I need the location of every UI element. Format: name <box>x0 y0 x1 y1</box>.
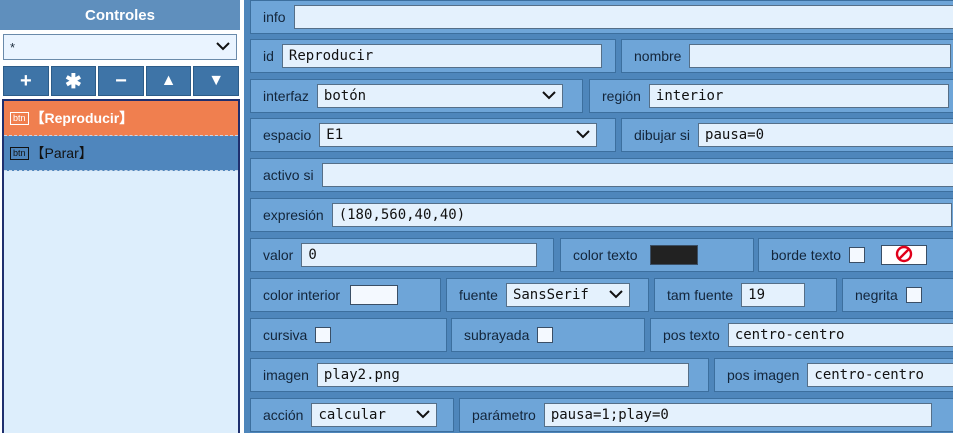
activo-si-label: activo si <box>263 167 314 183</box>
nombre-input[interactable] <box>689 44 952 68</box>
accion-cell: acción calcular <box>250 398 454 432</box>
accion-label: acción <box>263 407 304 423</box>
parametro-label: parámetro <box>472 407 536 423</box>
fuente-label: fuente <box>459 287 498 303</box>
activo-si-row: activo si <box>250 158 953 192</box>
expresion-row: expresión (180,560,40,40) <box>250 198 953 232</box>
expresion-input[interactable]: (180,560,40,40) <box>331 203 952 227</box>
color-interior-label: color interior <box>263 287 341 303</box>
remove-button[interactable]: − <box>98 66 144 96</box>
list-item-label: 【Parar】 <box>30 145 93 161</box>
pos-texto-cell: pos texto centro-centro <box>650 318 953 352</box>
fuente-select[interactable]: SansSerif <box>505 283 630 307</box>
info-input[interactable] <box>293 5 953 29</box>
info-label: info <box>263 9 286 25</box>
imagen-input[interactable]: play2.png <box>316 363 689 387</box>
chevron-down-icon <box>576 128 590 142</box>
filter-value: * <box>10 39 16 55</box>
subrayada-label: subrayada <box>464 327 530 343</box>
espacio-select[interactable]: E1 <box>319 123 598 147</box>
cursiva-cell: cursiva <box>250 318 447 352</box>
borde-texto-cell: borde texto <box>758 238 953 272</box>
borde-texto-label: borde texto <box>771 247 842 263</box>
subrayada-cell: subrayada <box>451 318 645 352</box>
negrita-checkbox[interactable] <box>905 287 922 303</box>
nombre-label: nombre <box>634 48 682 64</box>
move-down-button[interactable]: ▼ <box>193 66 239 96</box>
pos-imagen-cell: pos imagen centro-centro <box>714 358 953 392</box>
color-texto-swatch[interactable] <box>649 245 698 265</box>
imagen-label: imagen <box>263 367 309 383</box>
tam-fuente-cell: tam fuente 19 <box>654 278 837 312</box>
pos-imagen-label: pos imagen <box>727 367 800 383</box>
region-cell: región interior <box>589 79 953 113</box>
color-interior-cell: color interior <box>250 278 441 312</box>
id-cell: id Reproducir <box>250 39 616 73</box>
chevron-down-icon <box>416 408 431 422</box>
controls-list: btn 【Reproducir】 btn 【Parar】 <box>2 99 240 433</box>
add-button[interactable]: + <box>3 66 49 96</box>
dibujar-si-cell: dibujar si pausa=0 <box>621 118 953 152</box>
parametro-cell: parámetro pausa=1;play=0 <box>459 398 953 432</box>
border-color-button[interactable] <box>881 245 928 266</box>
interfaz-cell: interfaz botón <box>250 79 583 113</box>
valor-input[interactable]: 0 <box>301 243 538 267</box>
negrita-label: negrita <box>855 287 898 303</box>
dibujar-si-input[interactable]: pausa=0 <box>698 123 953 147</box>
pos-texto-label: pos texto <box>663 327 720 343</box>
espacio-label: espacio <box>263 127 312 143</box>
properties-panel: info id Reproducir nombre interfaz botón… <box>244 0 953 433</box>
id-label: id <box>263 48 274 64</box>
chevron-down-icon <box>609 288 623 302</box>
accion-value: calcular <box>318 407 386 423</box>
parametro-input[interactable]: pausa=1;play=0 <box>543 403 932 427</box>
dibujar-si-label: dibujar si <box>634 127 691 143</box>
fuente-value: SansSerif <box>512 287 589 303</box>
interfaz-select[interactable]: botón <box>316 84 563 108</box>
cursiva-checkbox[interactable] <box>315 327 332 343</box>
interfaz-label: interfaz <box>263 88 309 104</box>
sidebar-toolbar: + ✱ − ▲ ▼ <box>3 66 239 96</box>
color-interior-swatch[interactable] <box>350 285 399 305</box>
id-input[interactable]: Reproducir <box>281 44 602 68</box>
color-texto-cell: color texto <box>560 238 754 272</box>
tam-fuente-label: tam fuente <box>667 287 734 303</box>
info-row: info <box>250 0 953 34</box>
button-type-icon: btn <box>10 111 29 125</box>
expresion-label: expresión <box>263 207 324 223</box>
nombre-cell: nombre <box>621 39 953 73</box>
borde-texto-checkbox[interactable] <box>849 247 866 263</box>
valor-label: valor <box>263 247 294 263</box>
filter-select[interactable]: * <box>3 34 237 60</box>
activo-si-input[interactable] <box>321 163 953 187</box>
pos-texto-input[interactable]: centro-centro <box>727 323 953 347</box>
region-input[interactable]: interior <box>648 84 949 108</box>
sidebar-title: Controles <box>0 0 240 30</box>
list-item-label: 【Reproducir】 <box>30 110 134 126</box>
list-item[interactable]: btn 【Reproducir】 <box>4 101 238 136</box>
move-up-button[interactable]: ▲ <box>145 66 192 96</box>
subrayada-checkbox[interactable] <box>537 327 554 343</box>
color-texto-label: color texto <box>573 247 638 263</box>
region-label: región <box>602 88 641 104</box>
pos-imagen-input[interactable]: centro-centro <box>807 363 953 387</box>
espacio-value: E1 <box>326 127 344 143</box>
tam-fuente-input[interactable]: 19 <box>741 283 806 307</box>
chevron-down-icon <box>216 40 230 54</box>
espacio-cell: espacio E1 <box>250 118 616 152</box>
controls-sidebar: Controles * + ✱ − ▲ ▼ btn 【Reproducir】 b… <box>0 0 242 433</box>
chevron-down-icon <box>542 89 556 103</box>
accion-select[interactable]: calcular <box>311 403 438 427</box>
imagen-cell: imagen play2.png <box>250 358 709 392</box>
list-item[interactable]: btn 【Parar】 <box>4 136 238 171</box>
valor-cell: valor 0 <box>250 238 554 272</box>
duplicate-button[interactable]: ✱ <box>50 66 97 96</box>
button-type-icon: btn <box>10 146 29 160</box>
no-color-icon <box>895 245 913 266</box>
fuente-cell: fuente SansSerif <box>446 278 649 312</box>
interfaz-value: botón <box>323 88 367 104</box>
negrita-cell: negrita <box>842 278 953 312</box>
cursiva-label: cursiva <box>263 327 308 343</box>
